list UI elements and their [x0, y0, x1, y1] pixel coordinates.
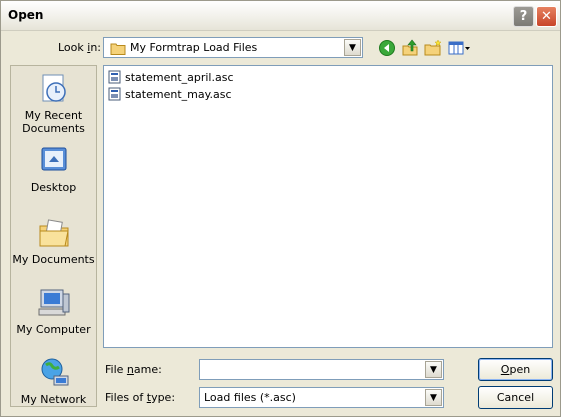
place-my-recent-documents[interactable]: My Recent Documents — [11, 72, 96, 135]
open-button[interactable]: Open — [478, 358, 553, 381]
cancel-button[interactable]: Cancel — [478, 386, 553, 409]
chevron-down-icon[interactable]: ▼ — [425, 389, 442, 406]
place-label: Desktop — [30, 181, 77, 194]
file-name: statement_may.asc — [125, 87, 232, 101]
help-button[interactable]: ? — [513, 6, 534, 27]
files-of-type-combo[interactable]: Load files (*.asc) ▼ — [199, 387, 444, 408]
my-documents-icon — [39, 219, 69, 247]
file-name: statement_april.asc — [125, 70, 234, 84]
folder-icon — [110, 43, 126, 55]
place-label: My Network — [20, 393, 87, 406]
place-my-documents[interactable]: My Documents — [11, 216, 96, 266]
title-bar[interactable]: Open ? ✕ — [1, 1, 560, 31]
file-list[interactable]: statement_april.asc statement_may.asc — [103, 65, 553, 348]
place-label: My Documents — [12, 253, 95, 266]
look-in-value: My Formtrap Load Files — [130, 41, 258, 54]
place-label: My Recent Documents — [22, 109, 85, 135]
desktop-icon — [41, 147, 66, 171]
new-folder-icon[interactable] — [424, 39, 442, 57]
look-in-label: Look in: — [58, 41, 102, 54]
place-desktop[interactable]: Desktop — [11, 144, 96, 194]
my-computer-icon — [38, 289, 69, 316]
up-folder-icon[interactable] — [401, 39, 419, 57]
asc-file-icon — [108, 87, 121, 101]
places-bar: My Recent Documents Desktop My Documents — [10, 65, 97, 407]
file-item[interactable]: statement_may.asc — [108, 86, 232, 102]
files-of-type-label: Files of type: — [105, 391, 176, 404]
view-menu-icon[interactable] — [448, 39, 472, 57]
file-name-combo[interactable]: ▼ — [199, 359, 444, 380]
place-my-computer[interactable]: My Computer — [11, 286, 96, 336]
place-label: My Computer — [16, 323, 91, 336]
chevron-down-icon[interactable]: ▼ — [425, 361, 442, 378]
file-item[interactable]: statement_april.asc — [108, 69, 234, 85]
file-name-label: File name: — [105, 363, 162, 376]
asc-file-icon — [108, 70, 121, 84]
place-my-network[interactable]: My Network — [11, 356, 96, 406]
files-of-type-value: Load files (*.asc) — [204, 391, 296, 404]
dialog-title: Open — [8, 8, 44, 22]
recent-documents-icon — [42, 74, 66, 102]
back-icon[interactable] — [378, 39, 396, 57]
chevron-down-icon[interactable]: ▼ — [344, 39, 361, 56]
open-dialog: Open ? ✕ Look in: My Formtrap Load Files… — [0, 0, 561, 417]
my-network-icon — [41, 358, 68, 386]
look-in-combo[interactable]: My Formtrap Load Files ▼ — [103, 37, 363, 58]
close-button[interactable]: ✕ — [536, 6, 557, 27]
